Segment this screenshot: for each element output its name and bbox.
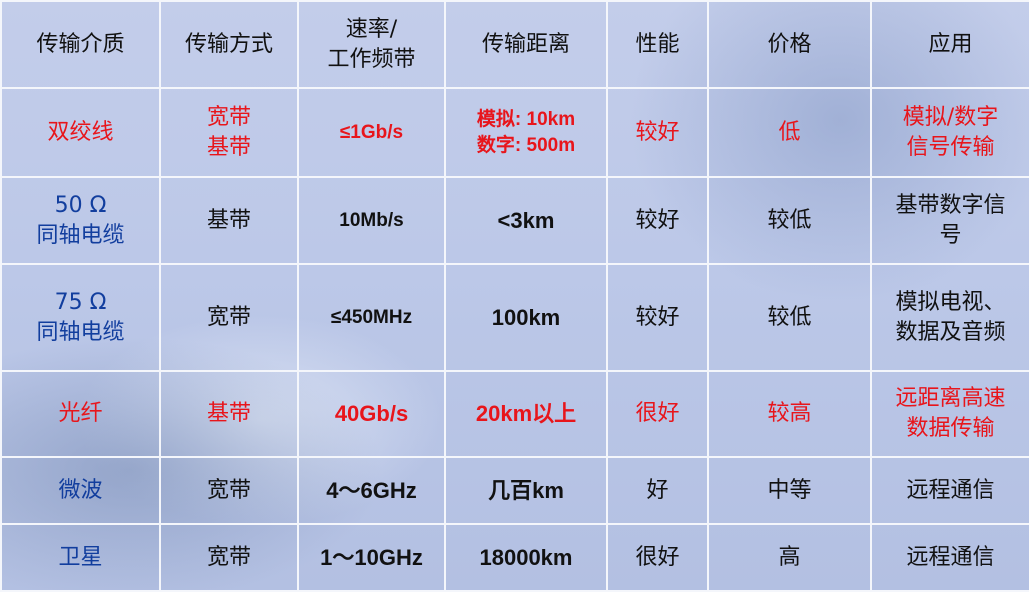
- medium-text: 双绞线: [47, 119, 114, 145]
- medium-cell: 微波: [0, 456, 161, 525]
- application-cell: 模拟/数字 信号传输: [870, 87, 1029, 178]
- rate-cell: ≤450MHz: [297, 263, 446, 372]
- header-price: 价格: [707, 0, 872, 89]
- rate-cell: 1～10GHz: [297, 523, 446, 592]
- price-cell: 较高: [707, 370, 872, 458]
- price-cell: 低: [707, 87, 872, 178]
- performance-cell: 较好: [606, 87, 709, 178]
- application-cell: 基带数字信 号: [870, 176, 1029, 265]
- table-row: 微波 宽带 4～6GHz 几百km 好 中等 远程通信: [0, 456, 1029, 525]
- header-application: 应用: [870, 0, 1029, 89]
- price-cell: 高: [707, 523, 872, 592]
- header-medium: 传输介质: [0, 0, 161, 89]
- medium-cell: 75 Ω 同轴电缆: [0, 263, 161, 372]
- header-rate-text: 速率/ 工作频带: [327, 16, 416, 72]
- distance-cell: 模拟: 10km 数字: 500m: [444, 87, 608, 178]
- mode-cell: 宽带: [159, 456, 299, 525]
- table-row: 卫星 宽带 1～10GHz 18000km 很好 高 远程通信: [0, 523, 1029, 592]
- distance-cell: 20km以上: [444, 370, 608, 458]
- medium-cell: 光纤: [0, 370, 161, 458]
- table-row: 75 Ω 同轴电缆 宽带 ≤450MHz 100km 较好 较低 模拟电视、 数…: [0, 263, 1029, 372]
- rate-cell: 40Gb/s: [297, 370, 446, 458]
- application-cell: 模拟电视、 数据及音频: [870, 263, 1029, 372]
- header-performance: 性能: [606, 0, 709, 89]
- application-cell: 远程通信: [870, 456, 1029, 525]
- comparison-table: 传输介质 传输方式 速率/ 工作频带 传输距离 性能 价格 应用 双绞线 宽带 …: [0, 0, 1029, 592]
- performance-cell: 较好: [606, 176, 709, 265]
- header-rate: 速率/ 工作频带: [297, 0, 446, 89]
- application-cell: 远程通信: [870, 523, 1029, 592]
- performance-cell: 好: [606, 456, 709, 525]
- medium-cell: 双绞线: [0, 87, 161, 178]
- header-row: 传输介质 传输方式 速率/ 工作频带 传输距离 性能 价格 应用: [0, 0, 1029, 89]
- performance-cell: 较好: [606, 263, 709, 372]
- distance-cell: 100km: [444, 263, 608, 372]
- mode-cell: 宽带: [159, 263, 299, 372]
- distance-cell: 几百km: [444, 456, 608, 525]
- mode-cell: 宽带: [159, 523, 299, 592]
- header-distance: 传输距离: [444, 0, 608, 89]
- performance-cell: 很好: [606, 370, 709, 458]
- distance-cell: <3km: [444, 176, 608, 265]
- price-cell: 较低: [707, 263, 872, 372]
- rate-cell: 10Mb/s: [297, 176, 446, 265]
- price-cell: 较低: [707, 176, 872, 265]
- distance-cell: 18000km: [444, 523, 608, 592]
- medium-cell: 卫星: [0, 523, 161, 592]
- performance-cell: 很好: [606, 523, 709, 592]
- rate-cell: ≤1Gb/s: [297, 87, 446, 178]
- mode-cell: 基带: [159, 176, 299, 265]
- rate-cell: 4～6GHz: [297, 456, 446, 525]
- mode-cell: 基带: [159, 370, 299, 458]
- table-row: 光纤 基带 40Gb/s 20km以上 很好 较高 远距离高速 数据传输: [0, 370, 1029, 458]
- header-mode: 传输方式: [159, 0, 299, 89]
- medium-cell: 50 Ω 同轴电缆: [0, 176, 161, 265]
- table-row: 双绞线 宽带 基带 ≤1Gb/s 模拟: 10km 数字: 500m 较好 低 …: [0, 87, 1029, 178]
- application-cell: 远距离高速 数据传输: [870, 370, 1029, 458]
- table-row: 50 Ω 同轴电缆 基带 10Mb/s <3km 较好 较低 基带数字信 号: [0, 176, 1029, 265]
- mode-cell: 宽带 基带: [159, 87, 299, 178]
- price-cell: 中等: [707, 456, 872, 525]
